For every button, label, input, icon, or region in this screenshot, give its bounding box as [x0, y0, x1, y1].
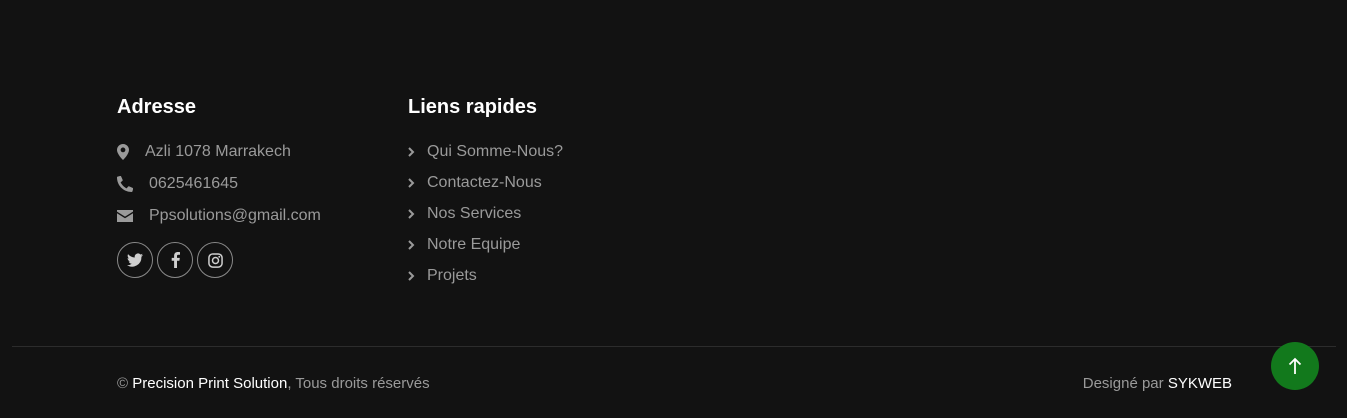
quick-links-title: Liens rapides — [408, 96, 537, 118]
copyright-symbol: © — [117, 375, 129, 392]
designed-prefix: Designé par — [1082, 375, 1168, 392]
address-title: Adresse — [117, 96, 196, 118]
phone-text: 0625461645 — [149, 175, 238, 192]
facebook-icon — [171, 252, 180, 268]
quick-link-projects[interactable]: Projets — [408, 266, 668, 286]
address-column: Adresse Azli 1078 Marrakech 0625461645 P… — [117, 94, 377, 278]
map-marker-icon — [117, 142, 145, 162]
footer-divider — [12, 346, 1336, 347]
chevron-right-icon — [408, 173, 427, 193]
twitter-button[interactable] — [117, 242, 153, 278]
instagram-button[interactable] — [197, 242, 233, 278]
instagram-icon — [207, 252, 223, 268]
site-footer: Adresse Azli 1078 Marrakech 0625461645 P… — [0, 0, 1347, 418]
copyright: © Precision Print Solution, Tous droits … — [117, 374, 430, 394]
chevron-right-icon — [408, 266, 427, 286]
brand-link[interactable]: Precision Print Solution — [132, 375, 287, 392]
address-row: Azli 1078 Marrakech — [117, 142, 377, 162]
quick-link-about[interactable]: Qui Somme-Nous? — [408, 142, 668, 162]
phone-icon — [117, 174, 149, 194]
arrow-up-icon — [1288, 357, 1302, 374]
quick-link-label: Contactez-Nous — [427, 174, 542, 191]
email-text: Ppsolutions@gmail.com — [149, 207, 321, 224]
designer-link[interactable]: SYKWEB — [1168, 375, 1232, 392]
back-to-top-button[interactable] — [1271, 342, 1319, 390]
quick-link-label: Nos Services — [427, 205, 522, 222]
address-text: Azli 1078 Marrakech — [145, 143, 291, 160]
quick-link-label: Qui Somme-Nous? — [427, 143, 564, 160]
quick-link-services[interactable]: Nos Services — [408, 204, 668, 224]
phone-row: 0625461645 — [117, 174, 377, 194]
chevron-right-icon — [408, 142, 427, 162]
chevron-right-icon — [408, 235, 427, 255]
facebook-button[interactable] — [157, 242, 193, 278]
quick-link-contact[interactable]: Contactez-Nous — [408, 173, 668, 193]
chevron-right-icon — [408, 204, 427, 224]
social-links — [117, 242, 377, 278]
twitter-icon — [127, 253, 143, 267]
designed-by: Designé par SYKWEB — [1083, 374, 1232, 394]
quick-link-label: Projets — [427, 267, 477, 284]
quick-link-team[interactable]: Notre Equipe — [408, 235, 668, 255]
rights-text: , Tous droits réservés — [287, 375, 430, 392]
envelope-icon — [117, 206, 149, 226]
quick-links-column: Liens rapides Qui Somme-Nous? Contactez-… — [408, 94, 668, 297]
quick-link-label: Notre Equipe — [427, 236, 521, 253]
email-row: Ppsolutions@gmail.com — [117, 206, 377, 226]
